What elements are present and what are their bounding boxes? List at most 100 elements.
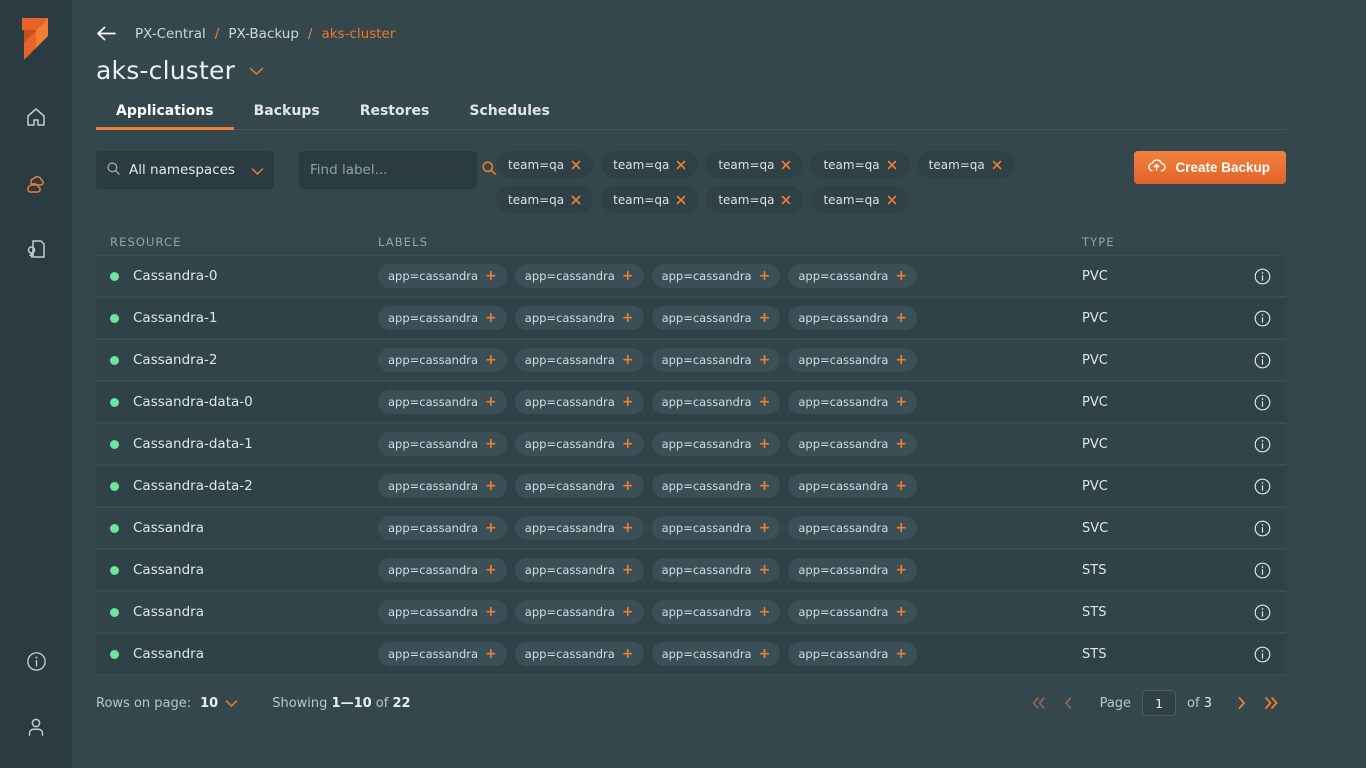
tab-schedules[interactable]: Schedules <box>449 97 569 129</box>
row-info-button[interactable] <box>1232 435 1272 454</box>
close-icon[interactable] <box>571 195 581 205</box>
plus-icon[interactable]: + <box>485 521 497 535</box>
plus-icon[interactable]: + <box>895 437 907 451</box>
table-row[interactable]: Cassandra-data-1app=cassandra+app=cassan… <box>96 423 1286 465</box>
plus-icon[interactable]: + <box>759 269 771 283</box>
plus-icon[interactable]: + <box>895 521 907 535</box>
chevron-right-icon[interactable] <box>1226 688 1256 718</box>
table-row[interactable]: Cassandraapp=cassandra+app=cassandra+app… <box>96 591 1286 633</box>
row-info-button[interactable] <box>1232 519 1272 538</box>
row-info-button[interactable] <box>1232 603 1272 622</box>
row-info-button[interactable] <box>1232 561 1272 580</box>
close-icon[interactable] <box>781 195 791 205</box>
plus-icon[interactable]: + <box>485 269 497 283</box>
chevron-left-icon[interactable] <box>1054 688 1084 718</box>
close-icon[interactable] <box>676 195 686 205</box>
table-row[interactable]: Cassandra-0app=cassandra+app=cassandra+a… <box>96 255 1286 297</box>
plus-icon[interactable]: + <box>759 647 771 661</box>
label-chip: app=cassandra+ <box>515 558 644 582</box>
table-row[interactable]: Cassandra-data-0app=cassandra+app=cassan… <box>96 381 1286 423</box>
tab-applications[interactable]: Applications <box>96 97 234 129</box>
breadcrumb-item-px-backup[interactable]: PX-Backup <box>228 26 299 42</box>
plus-icon[interactable]: + <box>485 563 497 577</box>
tab-backups[interactable]: Backups <box>234 97 340 129</box>
sidebar-item-info[interactable] <box>19 644 53 678</box>
plus-icon[interactable]: + <box>485 311 497 325</box>
plus-icon[interactable]: + <box>895 563 907 577</box>
label-search[interactable] <box>299 151 477 189</box>
plus-icon[interactable]: + <box>759 437 771 451</box>
create-backup-button[interactable]: Create Backup <box>1134 151 1286 184</box>
plus-icon[interactable]: + <box>895 311 907 325</box>
plus-icon[interactable]: + <box>622 521 634 535</box>
table-row[interactable]: Cassandra-data-2app=cassandra+app=cassan… <box>96 465 1286 507</box>
plus-icon[interactable]: + <box>895 395 907 409</box>
label-search-input[interactable] <box>310 162 481 178</box>
plus-icon[interactable]: + <box>895 647 907 661</box>
chevrons-left-icon[interactable] <box>1024 688 1054 718</box>
page-number-input[interactable] <box>1142 690 1176 716</box>
row-info-button[interactable] <box>1232 309 1272 328</box>
label-chip-text: app=cassandra <box>388 479 478 493</box>
row-info-button[interactable] <box>1232 645 1272 664</box>
plus-icon[interactable]: + <box>485 479 497 493</box>
chevrons-right-icon[interactable] <box>1256 688 1286 718</box>
tab-restores[interactable]: Restores <box>340 97 450 129</box>
column-header-type: TYPE <box>1082 235 1232 249</box>
plus-icon[interactable]: + <box>622 563 634 577</box>
plus-icon[interactable]: + <box>895 269 907 283</box>
arrow-left-icon[interactable] <box>96 25 117 42</box>
row-info-button[interactable] <box>1232 267 1272 286</box>
plus-icon[interactable]: + <box>622 479 634 493</box>
close-icon[interactable] <box>676 160 686 170</box>
plus-icon[interactable]: + <box>622 269 634 283</box>
plus-icon[interactable]: + <box>622 395 634 409</box>
plus-icon[interactable]: + <box>485 437 497 451</box>
plus-icon[interactable]: + <box>622 605 634 619</box>
plus-icon[interactable]: + <box>622 437 634 451</box>
sidebar-item-account[interactable] <box>19 710 53 744</box>
plus-icon[interactable]: + <box>485 353 497 367</box>
plus-icon[interactable]: + <box>622 311 634 325</box>
close-icon[interactable] <box>887 160 897 170</box>
plus-icon[interactable]: + <box>485 605 497 619</box>
table-row[interactable]: Cassandraapp=cassandra+app=cassandra+app… <box>96 633 1286 675</box>
plus-icon[interactable]: + <box>759 521 771 535</box>
namespace-select[interactable]: All namespaces <box>96 151 274 189</box>
plus-icon[interactable]: + <box>622 647 634 661</box>
plus-icon[interactable]: + <box>895 479 907 493</box>
plus-icon[interactable]: + <box>759 311 771 325</box>
plus-icon[interactable]: + <box>622 353 634 367</box>
sidebar-item-licenses[interactable] <box>19 232 53 266</box>
label-chip: app=cassandra+ <box>378 432 507 456</box>
plus-icon[interactable]: + <box>759 563 771 577</box>
close-icon[interactable] <box>887 195 897 205</box>
breadcrumb-item-px-central[interactable]: PX-Central <box>135 26 206 42</box>
rows-per-page-value[interactable]: 10 <box>200 696 218 711</box>
close-icon[interactable] <box>992 160 1002 170</box>
row-info-button[interactable] <box>1232 393 1272 412</box>
plus-icon[interactable]: + <box>759 479 771 493</box>
row-info-button[interactable] <box>1232 477 1272 496</box>
table-row[interactable]: Cassandraapp=cassandra+app=cassandra+app… <box>96 549 1286 591</box>
table-row[interactable]: Cassandraapp=cassandra+app=cassandra+app… <box>96 507 1286 549</box>
plus-icon[interactable]: + <box>485 395 497 409</box>
table-row[interactable]: Cassandra-2app=cassandra+app=cassandra+a… <box>96 339 1286 381</box>
chevron-down-icon[interactable] <box>225 699 238 708</box>
plus-icon[interactable]: + <box>895 605 907 619</box>
sidebar-item-home[interactable] <box>19 100 53 134</box>
search-icon[interactable] <box>481 160 497 180</box>
portworx-logo[interactable] <box>16 16 56 62</box>
plus-icon[interactable]: + <box>759 605 771 619</box>
table-row[interactable]: Cassandra-1app=cassandra+app=cassandra+a… <box>96 297 1286 339</box>
row-info-button[interactable] <box>1232 351 1272 370</box>
close-icon[interactable] <box>781 160 791 170</box>
sidebar-item-clusters[interactable] <box>19 166 53 200</box>
chevron-down-icon[interactable] <box>249 66 264 76</box>
breadcrumb-item-aks-cluster[interactable]: aks-cluster <box>321 26 395 42</box>
plus-icon[interactable]: + <box>485 647 497 661</box>
plus-icon[interactable]: + <box>759 395 771 409</box>
plus-icon[interactable]: + <box>895 353 907 367</box>
plus-icon[interactable]: + <box>759 353 771 367</box>
close-icon[interactable] <box>571 160 581 170</box>
